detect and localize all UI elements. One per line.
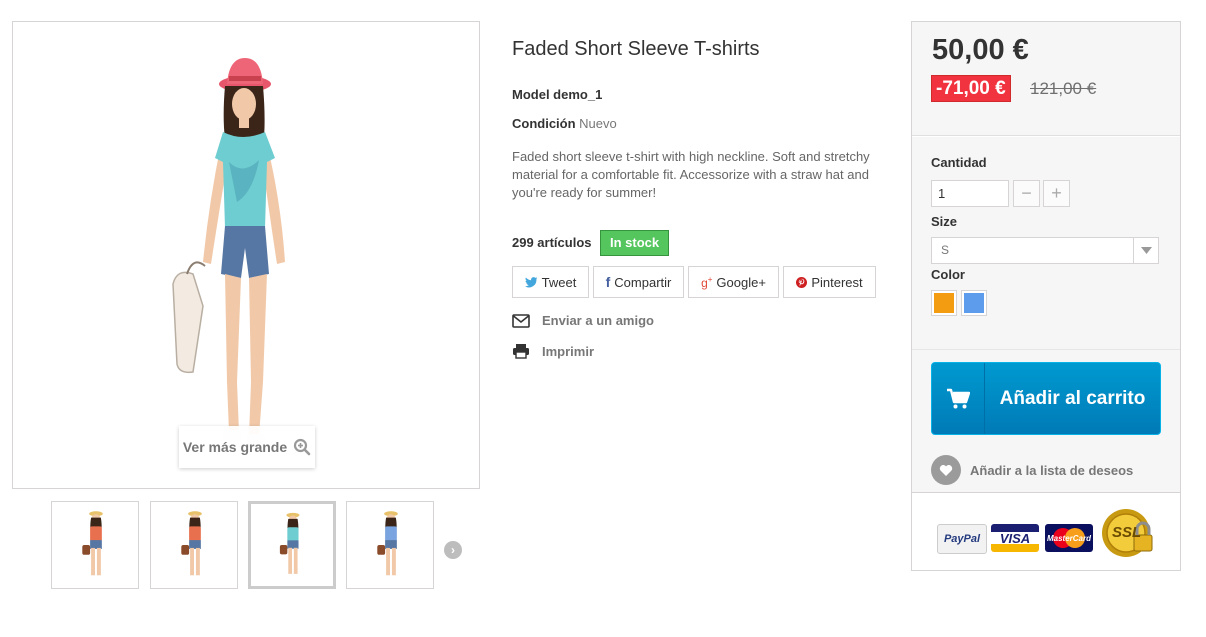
quantity-label: Cantidad: [931, 155, 987, 170]
product-description: Faded short sleeve t-shirt with high nec…: [512, 149, 870, 200]
add-to-wishlist-link[interactable]: Añadir a la lista de deseos: [931, 455, 1133, 485]
send-to-friend-label: Enviar a un amigo: [542, 313, 654, 328]
heart-icon: [931, 455, 961, 485]
tweet-label: Tweet: [541, 274, 577, 290]
wishlist-label: Añadir a la lista de deseos: [970, 462, 1134, 478]
stock-quantity: 299 artículos: [512, 235, 592, 250]
tweet-button[interactable]: Tweet: [512, 266, 589, 298]
product-thumbnail[interactable]: [248, 501, 336, 589]
buy-box: 50,00 € -71,00 € 121,00 € Cantidad 1 − +…: [911, 21, 1181, 571]
twitter-icon: [524, 276, 538, 287]
size-select[interactable]: S: [931, 237, 1159, 264]
cart-section: Añadir al carrito Añadir a la lista de d…: [912, 349, 1180, 493]
quantity-plus-button[interactable]: +: [1043, 180, 1070, 207]
condition-value: Nuevo: [579, 116, 617, 131]
product-model: Model demo_1: [512, 87, 603, 102]
main-product-image[interactable]: Ver más grande: [12, 21, 480, 489]
printer-icon: [513, 344, 529, 359]
magnifier-icon: [294, 438, 311, 456]
color-swatch-orange[interactable]: [931, 290, 957, 316]
print-label: Imprimir: [542, 343, 595, 359]
product-thumbnail[interactable]: [150, 501, 238, 589]
google-plus-icon: g+: [701, 274, 713, 290]
zoom-larger-button[interactable]: Ver más grande: [179, 426, 315, 468]
payment-logos: PayPal VISA MasterCard SSL: [912, 492, 1180, 570]
price-section: 50,00 € -71,00 € 121,00 €: [912, 22, 1180, 136]
product-options: Cantidad 1 − + Size S Color: [912, 136, 1180, 349]
pinterest-label: Pinterest: [811, 274, 863, 290]
add-to-cart-label: Añadir al carrito: [999, 387, 1146, 409]
paypal-logo: PayPal: [937, 524, 987, 554]
facebook-share-button[interactable]: f Compartir: [593, 266, 684, 298]
chevron-down-icon: [1133, 238, 1158, 263]
visa-logo: VISA: [991, 524, 1039, 552]
old-price: 121,00 €: [1030, 79, 1097, 98]
add-to-cart-button[interactable]: Añadir al carrito: [931, 362, 1161, 435]
product-thumbnail[interactable]: [346, 501, 434, 589]
stock-badge: In stock: [600, 230, 670, 256]
facebook-icon: f: [605, 274, 611, 290]
pinterest-icon: [796, 276, 808, 288]
send-to-friend-link[interactable]: Enviar a un amigo: [512, 313, 654, 328]
condition-label: Condición: [512, 116, 576, 131]
print-link[interactable]: Imprimir: [512, 343, 594, 359]
size-selected-value: S: [941, 243, 950, 257]
current-price: 50,00 €: [932, 34, 1029, 66]
thumbnail-next-arrow-icon[interactable]: ›: [444, 541, 462, 559]
quantity-input[interactable]: 1: [931, 180, 1009, 207]
model-photo: [172, 58, 285, 446]
cart-icon: [932, 363, 985, 434]
mastercard-logo: MasterCard: [1045, 524, 1093, 552]
color-swatch-blue[interactable]: [961, 290, 987, 316]
color-label: Color: [931, 267, 965, 282]
google-plus-button[interactable]: g+ Google+: [688, 266, 779, 298]
pinterest-button[interactable]: Pinterest: [783, 266, 876, 298]
envelope-icon: [512, 313, 530, 328]
product-thumbnail[interactable]: [51, 501, 139, 589]
size-label: Size: [931, 214, 958, 229]
ssl-seal-icon: SSL: [1100, 507, 1158, 565]
zoom-label: Ver más grande: [182, 439, 288, 455]
product-title: Faded Short Sleeve T-shirts: [512, 38, 760, 60]
facebook-label: Compartir: [614, 274, 672, 290]
product-condition: Condición Nuevo: [512, 116, 617, 131]
quantity-minus-button[interactable]: −: [1013, 180, 1040, 207]
price-reduction-badge: -71,00 €: [931, 75, 1011, 102]
google-plus-label: Google+: [716, 274, 766, 290]
